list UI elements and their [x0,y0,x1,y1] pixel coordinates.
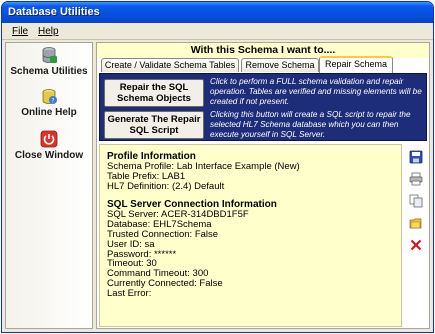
tab-remove-schema[interactable]: Remove Schema [241,58,319,72]
copy-icon[interactable] [409,194,423,208]
last-error: Last Error: [107,287,152,299]
repair-description: Click to perform a FULL schema validatio… [210,77,422,106]
database-icon [42,47,57,63]
generate-description: Clicking this button will create a SQL s… [210,110,411,139]
app-window: Database Utilities File Help Schema Util… [1,1,434,333]
window-title: Database Utilities [8,6,100,18]
side-toolbar [405,144,427,327]
power-icon [40,130,58,148]
generate-repair-script-button[interactable]: Generate The Repair SQL Script [104,111,204,139]
sidebar-item-label: Online Help [21,107,77,118]
svg-text:?: ? [51,98,54,105]
sidebar-item-label: Schema Utilities [10,66,88,77]
action-panel: Repair the SQL Schema Objects Click to p… [99,73,427,141]
sidebar-item-close-window[interactable]: Close Window [7,130,91,170]
tab-repair-schema[interactable]: Repair Schema [319,56,393,73]
menu-file[interactable]: File [12,26,28,37]
save-icon[interactable] [409,150,423,164]
menu-bar: File Help [2,23,433,40]
title-bar[interactable]: Database Utilities [2,2,433,23]
sidebar-item-schema-utilities[interactable]: Schema Utilities [7,46,91,86]
currently-connected: Currently Connected: False [107,277,223,289]
repair-schema-objects-button[interactable]: Repair the SQL Schema Objects [104,79,204,107]
tab-create-validate[interactable]: Create / Validate Schema Tables [101,58,239,72]
menu-help[interactable]: Help [38,26,59,37]
folder-icon[interactable] [409,216,423,230]
sidebar: Schema Utilities ? Online Help Close Win… [5,42,93,329]
delete-icon[interactable] [409,238,423,252]
info-text-area[interactable]: Profile Information Schema Profile: Lab … [99,144,402,327]
hl7-definition: HL7 Definition: (2.4) Default [107,180,225,192]
main-panel: With this Schema I want to.... Create / … [96,42,430,329]
help-icon: ? [42,89,57,105]
tab-strip: Create / Validate Schema Tables Remove S… [101,56,425,73]
sidebar-item-label: Close Window [14,150,84,161]
sidebar-item-online-help[interactable]: ? Online Help [7,87,91,127]
print-icon[interactable] [409,172,423,186]
